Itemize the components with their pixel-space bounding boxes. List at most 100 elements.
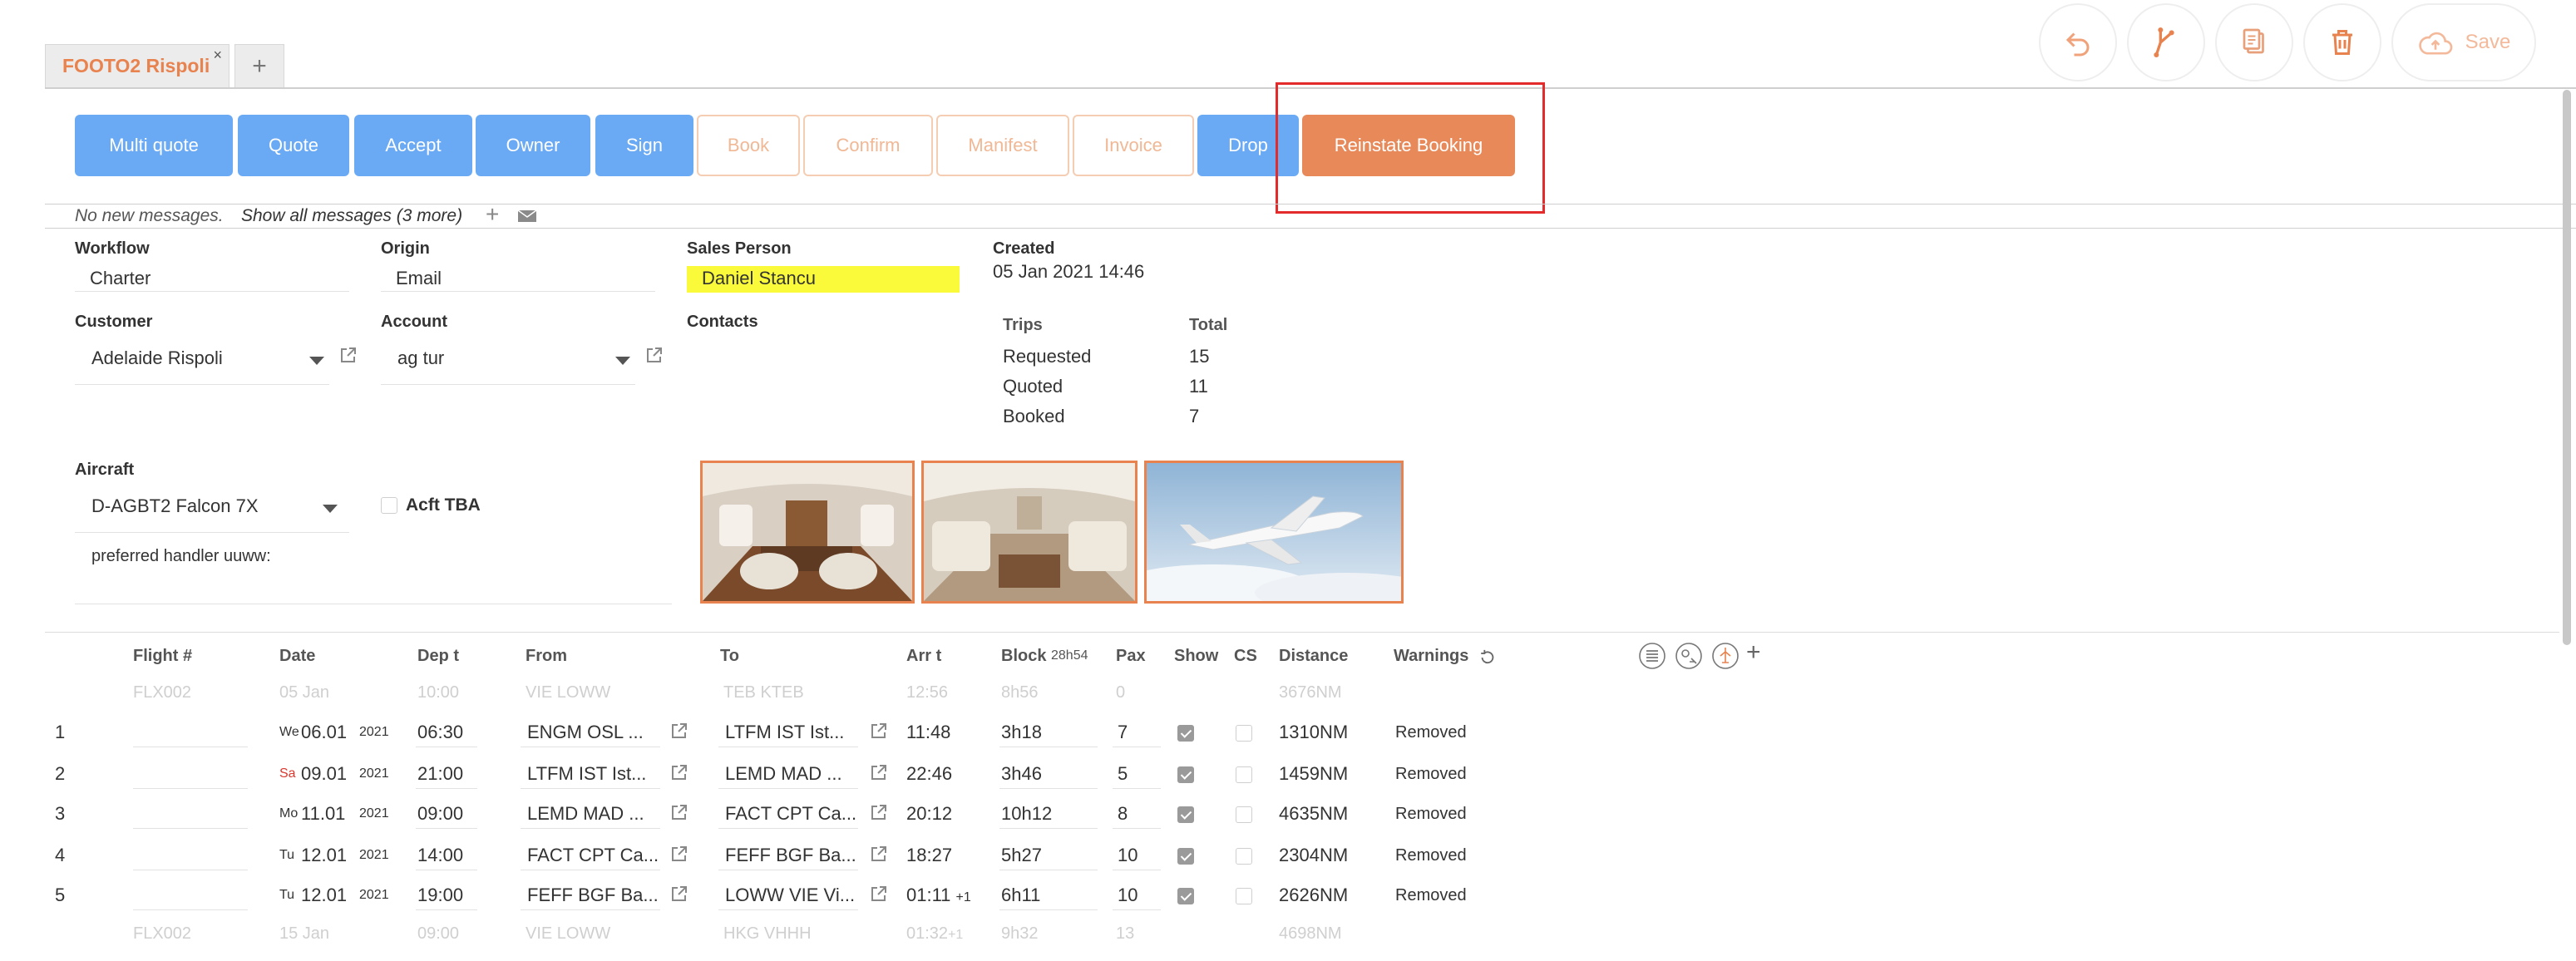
customer-open-icon[interactable] <box>339 346 358 364</box>
row-arr-time[interactable]: 01:11 +1 <box>906 885 971 906</box>
row-pax[interactable]: 7 <box>1118 722 1128 743</box>
row-pax[interactable]: 10 <box>1118 845 1137 866</box>
row-date[interactable]: 09.01 <box>301 763 347 785</box>
cabin-photo-2[interactable] <box>921 461 1137 604</box>
from-open-icon[interactable] <box>670 803 688 826</box>
row-from[interactable]: FEFF BGF Ba... <box>527 885 659 906</box>
to-open-icon[interactable] <box>870 803 888 826</box>
row-to[interactable]: FACT CPT Ca... <box>725 803 856 825</box>
row-date[interactable]: 06.01 <box>301 722 347 743</box>
customer-dropdown-icon[interactable] <box>309 357 324 365</box>
airport-icon[interactable] <box>1711 642 1740 670</box>
row-block[interactable]: 5h27 <box>1001 845 1042 866</box>
copy-button[interactable] <box>2215 3 2293 81</box>
list-view-icon[interactable] <box>1638 642 1666 670</box>
workflow-field[interactable]: Charter <box>90 268 151 289</box>
from-open-icon[interactable] <box>670 763 688 786</box>
aircraft-dropdown-icon[interactable] <box>323 505 338 513</box>
cs-checkbox[interactable] <box>1236 848 1252 865</box>
aircraft-field[interactable]: D-AGBT2 Falcon 7X <box>91 495 259 517</box>
map-icon[interactable] <box>1675 642 1703 670</box>
cs-checkbox[interactable] <box>1236 725 1252 742</box>
sign-button[interactable]: Sign <box>595 115 693 176</box>
row-date[interactable]: 11.01 <box>301 803 345 825</box>
row-from[interactable]: LEMD MAD ... <box>527 803 644 825</box>
show-checkbox[interactable] <box>1177 848 1194 865</box>
flight-number-field[interactable] <box>133 909 248 910</box>
customer-field[interactable]: Adelaide Rispoli <box>91 347 223 369</box>
row-dep-time[interactable]: 06:30 <box>417 722 463 743</box>
undo-button[interactable] <box>2039 3 2117 81</box>
mail-icon[interactable] <box>517 209 537 223</box>
row-from[interactable]: ENGM OSL ... <box>527 722 644 743</box>
from-open-icon[interactable] <box>670 885 688 908</box>
row-dep-time[interactable]: 19:00 <box>417 885 463 906</box>
invoice-button[interactable]: Invoice <box>1073 115 1194 176</box>
row-block[interactable]: 3h18 <box>1001 722 1042 743</box>
row-to[interactable]: LTFM IST Ist... <box>725 722 844 743</box>
manifest-button[interactable]: Manifest <box>936 115 1069 176</box>
confirm-button[interactable]: Confirm <box>803 115 933 176</box>
show-checkbox[interactable] <box>1177 888 1194 904</box>
to-open-icon[interactable] <box>870 885 888 908</box>
row-pax[interactable]: 8 <box>1118 803 1128 825</box>
row-date[interactable]: 12.01 <box>301 885 347 906</box>
add-message-button[interactable]: + <box>486 201 499 228</box>
branch-button[interactable] <box>2127 3 2205 81</box>
account-dropdown-icon[interactable] <box>615 357 630 365</box>
row-block[interactable]: 10h12 <box>1001 803 1052 825</box>
cs-checkbox[interactable] <box>1236 806 1252 823</box>
to-open-icon[interactable] <box>870 845 888 868</box>
row-to[interactable]: FEFF BGF Ba... <box>725 845 856 866</box>
from-open-icon[interactable] <box>670 722 688 745</box>
row-block[interactable]: 3h46 <box>1001 763 1042 785</box>
row-pax[interactable]: 10 <box>1118 885 1137 906</box>
row-to[interactable]: LEMD MAD ... <box>725 763 842 785</box>
to-open-icon[interactable] <box>870 763 888 786</box>
row-to[interactable]: LOWW VIE Vi... <box>725 885 855 906</box>
quote-button[interactable]: Quote <box>238 115 349 176</box>
save-button[interactable]: Save <box>2391 3 2536 81</box>
notes-text[interactable]: preferred handler uuww: <box>91 547 271 566</box>
delete-button[interactable] <box>2303 3 2381 81</box>
from-open-icon[interactable] <box>670 845 688 868</box>
cabin-photo-1[interactable] <box>700 461 915 604</box>
sales-person-field[interactable]: Daniel Stancu <box>687 266 960 293</box>
row-dep-time[interactable]: 09:00 <box>417 803 463 825</box>
to-open-icon[interactable] <box>870 722 888 745</box>
show-checkbox[interactable] <box>1177 766 1194 783</box>
flight-number-field[interactable] <box>133 788 248 789</box>
flight-number-field[interactable] <box>133 828 248 829</box>
show-checkbox[interactable] <box>1177 725 1194 742</box>
book-button[interactable]: Book <box>697 115 800 176</box>
row-arr-time[interactable]: 20:12 <box>906 803 952 825</box>
add-tab-button[interactable]: + <box>234 44 284 87</box>
add-leg-button[interactable]: + <box>1746 638 1761 667</box>
scrollbar[interactable] <box>2563 90 2571 645</box>
row-from[interactable]: LTFM IST Ist... <box>527 763 646 785</box>
accept-button[interactable]: Accept <box>354 115 472 176</box>
row-arr-time[interactable]: 22:46 <box>906 763 952 785</box>
row-dep-time[interactable]: 21:00 <box>417 763 463 785</box>
account-field[interactable]: ag tur <box>397 347 444 369</box>
show-checkbox[interactable] <box>1177 806 1194 823</box>
owner-button[interactable]: Owner <box>476 115 590 176</box>
row-arr-time[interactable]: 18:27 <box>906 845 952 866</box>
acft-tba-checkbox[interactable] <box>381 497 397 514</box>
cs-checkbox[interactable] <box>1236 888 1252 904</box>
row-from[interactable]: FACT CPT Ca... <box>527 845 659 866</box>
row-block[interactable]: 6h11 <box>1001 885 1040 906</box>
row-dep-time[interactable]: 14:00 <box>417 845 463 866</box>
row-date[interactable]: 12.01 <box>301 845 347 866</box>
row-arr-time[interactable]: 11:48 <box>906 722 950 743</box>
jet-photo[interactable] <box>1144 461 1404 604</box>
show-all-messages-link[interactable]: Show all messages (3 more) <box>241 206 462 226</box>
cs-checkbox[interactable] <box>1236 766 1252 783</box>
row-pax[interactable]: 5 <box>1118 763 1128 785</box>
account-open-icon[interactable] <box>645 346 664 364</box>
origin-field[interactable]: Email <box>396 268 442 289</box>
tab-booking[interactable]: FOOTO2 Rispoli × <box>45 44 229 87</box>
multi-quote-button[interactable]: Multi quote <box>75 115 233 176</box>
refresh-warnings-icon[interactable] <box>1478 648 1497 667</box>
tab-close-icon[interactable]: × <box>213 47 222 64</box>
